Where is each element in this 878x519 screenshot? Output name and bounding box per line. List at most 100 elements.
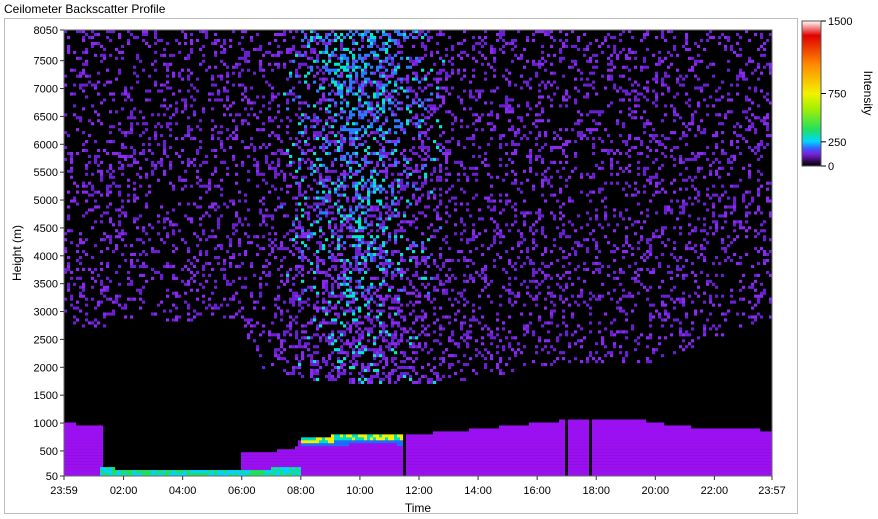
heatmap-cell xyxy=(436,288,440,292)
heatmap-cell xyxy=(376,223,380,227)
heatmap-cell xyxy=(295,247,299,251)
heatmap-cell xyxy=(208,181,212,185)
heatmap-cell xyxy=(379,250,383,254)
heatmap-cell xyxy=(409,172,413,176)
heatmap-cell xyxy=(286,116,290,120)
heatmap-cell xyxy=(409,166,413,170)
heatmap-cell xyxy=(208,205,212,209)
heatmap-cell xyxy=(421,142,425,147)
heatmap-cell xyxy=(376,446,380,450)
heatmap-cell xyxy=(373,443,377,447)
heatmap-cell xyxy=(424,98,428,102)
heatmap-cell xyxy=(373,455,377,459)
heatmap-cell xyxy=(361,470,365,474)
heatmap-cell xyxy=(385,190,389,194)
heatmap-cell xyxy=(361,348,365,352)
heatmap-cell xyxy=(289,321,293,325)
heatmap-cell xyxy=(319,101,323,105)
heatmap-cell xyxy=(100,431,104,435)
heatmap-cell xyxy=(331,368,335,373)
heatmap-cell xyxy=(304,80,308,84)
heatmap-cell xyxy=(187,258,191,263)
heatmap-cell xyxy=(244,59,248,63)
heatmap-cell xyxy=(361,437,365,441)
heatmap-cell xyxy=(445,71,449,75)
heatmap-cell xyxy=(403,437,407,441)
heatmap-cell xyxy=(100,288,104,292)
heatmap-cell xyxy=(373,467,377,471)
heatmap-cell xyxy=(325,437,329,441)
heatmap-cell xyxy=(430,113,434,117)
heatmap-cell xyxy=(331,119,335,123)
heatmap-cell xyxy=(304,202,308,206)
heatmap-cell xyxy=(382,470,386,474)
heatmap-cell xyxy=(436,229,440,233)
heatmap-cell xyxy=(142,151,146,156)
heatmap-cell xyxy=(388,449,392,453)
heatmap-cell xyxy=(334,470,338,474)
heatmap-cell xyxy=(301,288,305,292)
heatmap-cell xyxy=(328,455,332,459)
heatmap-cell xyxy=(298,458,302,462)
heatmap-cell xyxy=(115,47,119,51)
heatmap-cell xyxy=(244,145,248,150)
heatmap-cell xyxy=(400,464,404,468)
heatmap-cell xyxy=(361,205,365,209)
heatmap-cell xyxy=(304,345,308,349)
heatmap-cell xyxy=(343,241,347,245)
heatmap-cell xyxy=(274,116,278,120)
heatmap-cell xyxy=(121,163,125,167)
heatmap-cell xyxy=(349,217,353,221)
heatmap-cell xyxy=(409,312,413,316)
heatmap-cell xyxy=(322,464,326,468)
heatmap-cell xyxy=(340,360,344,364)
heatmap-cell xyxy=(82,458,86,462)
heatmap-cell xyxy=(319,35,323,40)
heatmap-cell xyxy=(388,258,392,263)
heatmap-cell xyxy=(424,258,428,263)
heatmap-cell xyxy=(226,250,230,254)
heatmap-cell xyxy=(109,190,113,194)
heatmap-cell xyxy=(73,446,77,450)
heatmap-cell xyxy=(430,455,434,459)
heatmap-cell xyxy=(412,145,416,150)
heatmap-cell xyxy=(361,380,365,384)
heatmap-cell xyxy=(421,113,425,117)
heatmap-cell xyxy=(265,181,269,185)
heatmap-cell xyxy=(151,276,155,280)
heatmap-cell xyxy=(355,172,359,176)
heatmap-cell xyxy=(283,62,287,66)
heatmap-cell xyxy=(337,368,341,373)
heatmap-cell xyxy=(247,223,251,227)
heatmap-cell xyxy=(106,190,110,194)
heatmap-cell xyxy=(343,247,347,251)
heatmap-cell xyxy=(388,467,392,471)
heatmap-cell xyxy=(340,291,344,295)
heatmap-cell xyxy=(352,32,356,37)
heatmap-cell xyxy=(415,380,419,384)
heatmap-cell xyxy=(424,107,428,111)
heatmap-cell xyxy=(409,434,413,438)
heatmap-cell xyxy=(100,461,104,465)
heatmap-cell xyxy=(133,253,137,257)
heatmap-cell xyxy=(424,181,428,185)
heatmap-cell xyxy=(262,202,266,206)
heatmap-cell xyxy=(100,59,104,63)
heatmap-cell xyxy=(379,62,383,66)
heatmap-cell xyxy=(322,443,326,447)
heatmap-cell xyxy=(67,261,71,266)
heatmap-cell xyxy=(187,116,191,120)
heatmap-cell xyxy=(379,464,383,468)
heatmap-cell xyxy=(232,226,236,230)
heatmap-cell xyxy=(430,276,434,280)
heatmap-cell xyxy=(355,470,359,474)
heatmap-cell xyxy=(334,190,338,194)
heatmap-cell xyxy=(385,458,389,462)
heatmap-cell xyxy=(115,294,119,298)
heatmap-cell xyxy=(214,65,218,69)
heatmap-cell xyxy=(373,285,377,289)
heatmap-cell xyxy=(79,116,83,120)
heatmap-cell xyxy=(370,175,374,179)
heatmap-cell xyxy=(220,145,224,150)
heatmap-cell xyxy=(334,247,338,251)
